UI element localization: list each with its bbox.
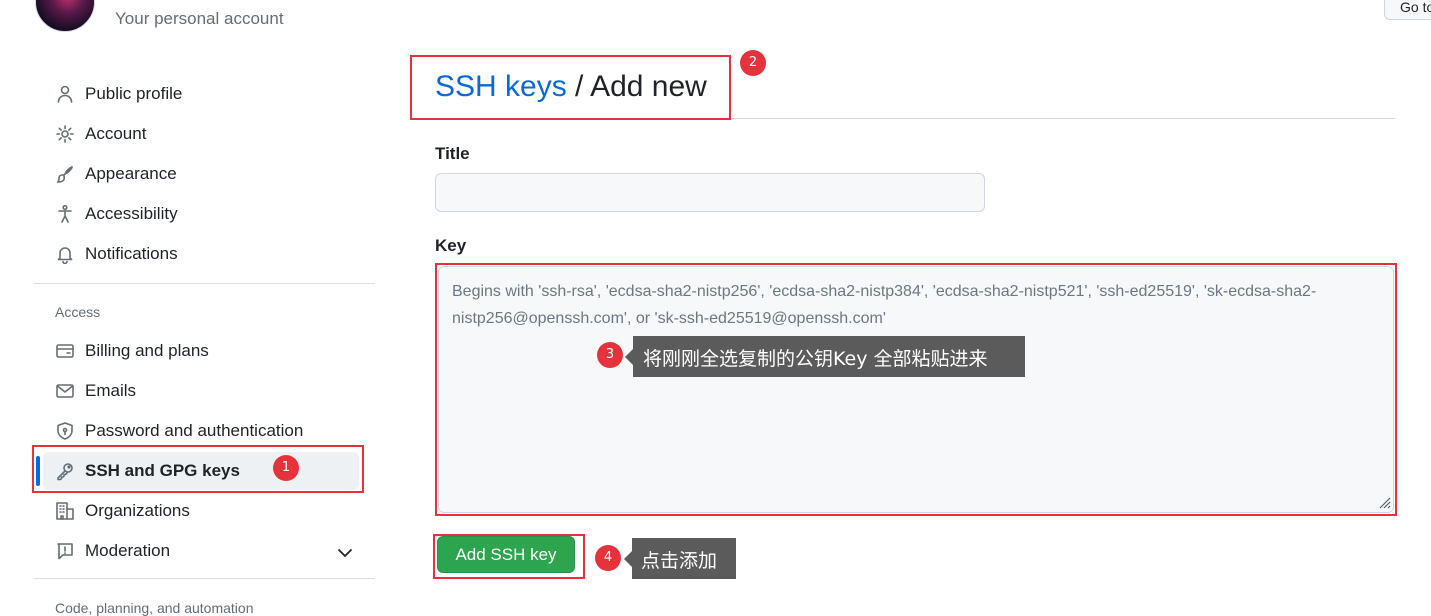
sidebar-item-moderation[interactable]: Moderation	[55, 536, 170, 566]
chevron-down-icon[interactable]	[336, 544, 354, 562]
sidebar-item-label: Organizations	[85, 501, 190, 520]
sidebar-item-label: Accessibility	[85, 204, 178, 223]
annotation-tooltip-add: 点击添加	[624, 538, 736, 579]
annotation-box-3	[435, 263, 1397, 516]
bell-icon	[55, 244, 75, 265]
annotation-badge-3: 3	[597, 342, 623, 368]
annotation-badge-1: 1	[273, 455, 299, 481]
sidebar-section-code-planning: Code, planning, and automation	[55, 600, 254, 616]
sidebar-item-emails[interactable]: Emails	[55, 376, 136, 406]
sidebar-item-label: Account	[85, 124, 147, 143]
title-input[interactable]	[435, 173, 985, 212]
sidebar-item-account[interactable]: Account	[55, 119, 146, 149]
sidebar-item-billing[interactable]: Billing and plans	[55, 336, 209, 366]
mail-icon	[55, 381, 75, 401]
annotation-box-4	[433, 534, 585, 579]
report-icon	[55, 541, 75, 561]
credit-card-icon	[55, 341, 75, 361]
account-subtitle: Your personal account	[115, 9, 284, 28]
sidebar-item-public-profile[interactable]: Public profile	[55, 79, 182, 109]
shield-lock-icon	[55, 421, 75, 441]
person-icon	[55, 84, 75, 104]
sidebar-section-access: Access	[55, 304, 101, 320]
sidebar-item-label: Emails	[85, 381, 137, 400]
sidebar-item-accessibility[interactable]: Accessibility	[55, 199, 178, 229]
title-field-label: Title	[435, 144, 470, 163]
organization-icon	[55, 501, 75, 521]
accessibility-icon	[55, 204, 75, 224]
sidebar-item-label: Public profile	[85, 84, 183, 103]
sidebar-item-label: Billing and plans	[85, 341, 209, 360]
annotation-tooltip-paste: 将刚刚全选复制的公钥Key 全部粘贴进来	[625, 336, 1025, 377]
key-field-label: Key	[435, 236, 467, 255]
sidebar-item-organizations[interactable]: Organizations	[55, 496, 190, 526]
sidebar-item-label: Notifications	[85, 244, 178, 263]
gear-icon	[55, 124, 75, 144]
sidebar-item-label: Appearance	[85, 164, 177, 183]
annotation-box-1	[32, 445, 364, 493]
annotation-box-2	[410, 55, 731, 120]
sidebar-item-appearance[interactable]: Appearance	[55, 159, 177, 189]
sidebar-item-notifications[interactable]: Notifications	[55, 239, 178, 269]
sidebar-divider	[34, 578, 375, 579]
annotation-badge-4: 4	[595, 545, 621, 571]
paintbrush-icon	[55, 164, 75, 184]
sidebar-item-password[interactable]: Password and authentication	[55, 416, 303, 446]
sidebar-item-label: Moderation	[85, 541, 171, 560]
go-to-profile-button[interactable]: Go to	[1384, 0, 1431, 20]
avatar[interactable]	[35, 0, 95, 32]
sidebar-item-label: Password and authentication	[85, 421, 304, 440]
annotation-badge-2: 2	[740, 50, 766, 76]
sidebar-divider	[34, 283, 375, 284]
